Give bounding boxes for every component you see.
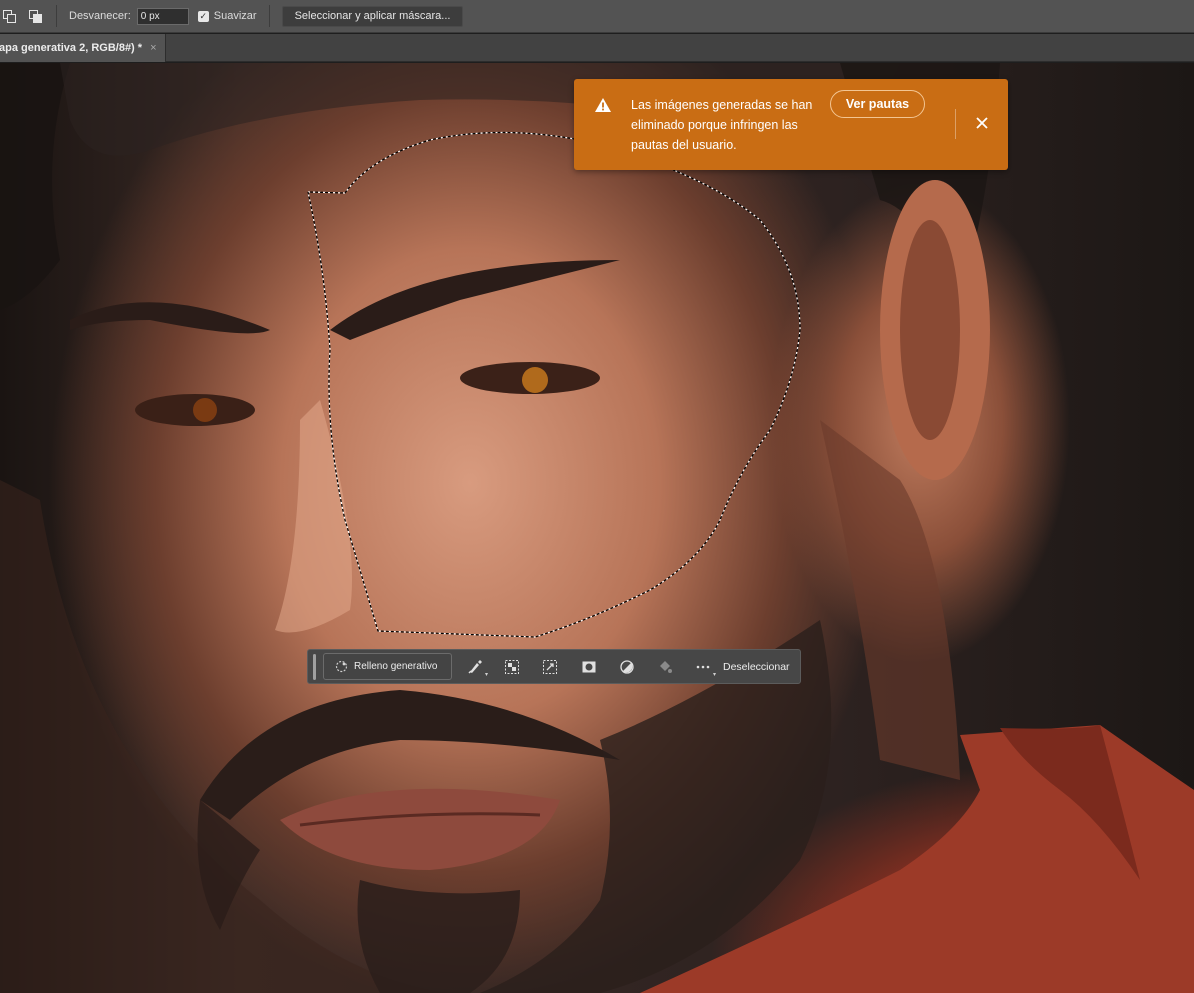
divider bbox=[56, 5, 57, 27]
portrait-image bbox=[0, 63, 1194, 993]
deselect-button[interactable]: Deseleccionar bbox=[723, 661, 790, 673]
alert-message: Las imágenes generadas se han eliminado … bbox=[631, 98, 813, 152]
document-tab[interactable]: apa generativa 2, RGB/8#) * × bbox=[0, 34, 166, 62]
smooth-checkbox[interactable]: ✓ bbox=[197, 10, 209, 22]
chevron-down-icon: ▾ bbox=[712, 671, 716, 678]
document-tab-title: apa generativa 2, RGB/8#) * bbox=[0, 42, 143, 54]
generative-fill-label: Relleno generativo bbox=[354, 661, 438, 672]
invert-selection-icon[interactable] bbox=[504, 659, 520, 675]
warning-icon bbox=[595, 98, 611, 112]
close-tab-icon[interactable]: × bbox=[150, 42, 156, 54]
guidelines-alert: Las imágenes generadas se han eliminado … bbox=[574, 79, 1008, 170]
transform-selection-icon[interactable] bbox=[542, 659, 558, 675]
select-and-mask-button[interactable]: Seleccionar y aplicar máscara... bbox=[281, 5, 464, 27]
smooth-label: Suavizar bbox=[213, 10, 257, 22]
adjustment-icon[interactable] bbox=[619, 659, 635, 675]
intersect-selection-icon[interactable] bbox=[28, 8, 44, 24]
feather-input[interactable] bbox=[136, 7, 189, 25]
generative-fill-button[interactable]: Relleno generativo bbox=[323, 653, 452, 680]
chevron-down-icon: ▾ bbox=[484, 671, 488, 678]
fill-icon[interactable] bbox=[657, 659, 673, 675]
more-icon[interactable]: ▾ bbox=[695, 659, 716, 678]
feather-label: Desvanecer: bbox=[69, 10, 131, 22]
document-tab-strip: apa generativa 2, RGB/8#) * × bbox=[0, 34, 1194, 62]
view-guidelines-button[interactable]: Ver pautas bbox=[830, 90, 925, 118]
close-icon[interactable] bbox=[972, 113, 992, 133]
options-bar: Desvanecer: ✓ Suavizar Seleccionar y apl… bbox=[0, 0, 1194, 33]
generative-fill-icon bbox=[335, 660, 348, 673]
mask-icon[interactable] bbox=[581, 659, 597, 675]
divider bbox=[268, 5, 270, 27]
drag-handle[interactable] bbox=[313, 653, 316, 680]
subtract-selection-icon[interactable] bbox=[2, 8, 18, 24]
alert-divider bbox=[955, 109, 956, 139]
brush-icon[interactable]: ▾ bbox=[467, 659, 488, 678]
contextual-task-bar: Relleno generativo ▾ ▾ Deseleccionar bbox=[307, 649, 801, 684]
image-canvas[interactable] bbox=[0, 63, 1194, 993]
